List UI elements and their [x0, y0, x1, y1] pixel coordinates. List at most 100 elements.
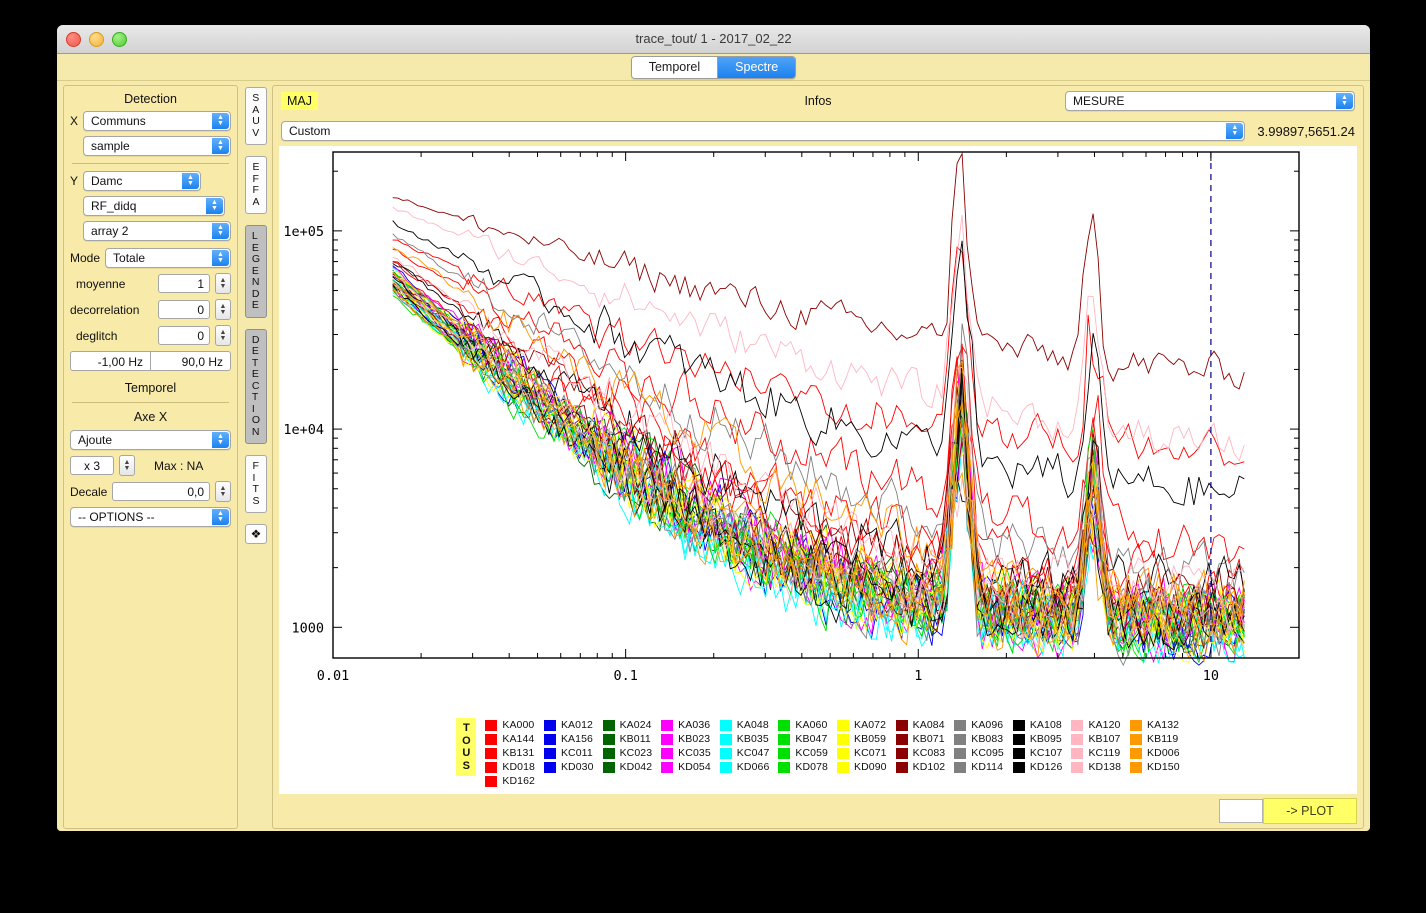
legend-item[interactable]: KC083 — [896, 746, 946, 760]
legend-color-swatch — [720, 762, 732, 773]
legend-item[interactable]: KA024 — [603, 718, 653, 732]
legend-item-label: KA132 — [1147, 719, 1179, 731]
legend-color-swatch — [720, 748, 732, 759]
legend-item[interactable]: KB011 — [603, 732, 653, 746]
axe-x-value: Ajoute — [78, 433, 112, 447]
legend-item[interactable]: KC035 — [661, 746, 711, 760]
axe-x-select[interactable]: Ajoute ▲▼ — [70, 430, 231, 450]
legend-item[interactable]: KD102 — [896, 760, 946, 774]
vtab-effa[interactable]: EFFA — [245, 156, 267, 214]
multiplier-input[interactable]: x 3 — [70, 456, 114, 475]
y-array-select[interactable]: array 2 ▲▼ — [83, 221, 231, 241]
legend-item[interactable]: KB035 — [720, 732, 770, 746]
decorrelation-stepper[interactable]: ▲▼ — [215, 299, 231, 320]
legend-item[interactable]: KC011 — [544, 746, 594, 760]
x-sample-select[interactable]: sample ▲▼ — [83, 136, 231, 156]
mode-select[interactable]: Totale ▲▼ — [105, 248, 231, 268]
legend-item[interactable]: KA120 — [1071, 718, 1121, 732]
legend-item[interactable]: KD030 — [544, 760, 594, 774]
legend-item[interactable]: KA144 — [485, 732, 535, 746]
decale-input[interactable]: 0,0 — [112, 482, 210, 501]
tous-toggle-button[interactable]: TOUS — [456, 718, 476, 776]
legend-item[interactable]: KD078 — [778, 760, 828, 774]
y-source-select[interactable]: Damc ▲▼ — [83, 171, 201, 191]
legend-item-label: KD150 — [1147, 761, 1180, 773]
vtab-sauv[interactable]: SAUV — [245, 87, 267, 145]
legend-item[interactable]: KD054 — [661, 760, 711, 774]
legend-item[interactable]: KC107 — [1013, 746, 1063, 760]
vtab-legende[interactable]: LEGENDE — [245, 225, 267, 318]
minimize-button[interactable] — [89, 32, 104, 47]
chevron-updown-icon: ▲▼ — [212, 509, 229, 525]
moyenne-input[interactable]: 1 — [158, 274, 210, 293]
legend-item[interactable]: KA072 — [837, 718, 887, 732]
legend-item[interactable]: KA084 — [896, 718, 946, 732]
multiplier-stepper[interactable]: ▲▼ — [119, 455, 135, 476]
vtab-fits[interactable]: FITS — [245, 455, 267, 513]
options-select[interactable]: -- OPTIONS -- ▲▼ — [70, 507, 231, 527]
tab-spectre[interactable]: Spectre — [717, 57, 795, 78]
frequency-min-input[interactable]: -1,00 Hz — [70, 351, 150, 371]
chevron-updown-icon: ▲▼ — [212, 113, 229, 129]
legend-item-label: KB095 — [1030, 733, 1062, 745]
tab-temporel[interactable]: Temporel — [632, 57, 717, 78]
legend-item[interactable]: KA000 — [485, 718, 535, 732]
trace-KC035 — [393, 281, 1245, 650]
legend-item[interactable]: KB059 — [837, 732, 887, 746]
decorrelation-label: decorrelation — [70, 303, 139, 317]
plot-button[interactable]: -> PLOT — [1263, 798, 1357, 824]
x-source-select[interactable]: Communs ▲▼ — [83, 111, 231, 131]
legend-item[interactable]: KC023 — [603, 746, 653, 760]
legend-item[interactable]: KC071 — [837, 746, 887, 760]
decorrelation-input[interactable]: 0 — [158, 300, 210, 319]
y-channel-select[interactable]: RF_didq ▲▼ — [83, 196, 225, 216]
plot-value-field[interactable] — [1219, 799, 1263, 823]
legend-item[interactable]: KD090 — [837, 760, 887, 774]
legend-item[interactable]: KC095 — [954, 746, 1004, 760]
maximize-button[interactable] — [112, 32, 127, 47]
legend-item[interactable]: KA132 — [1130, 718, 1180, 732]
legend-item[interactable]: KC059 — [778, 746, 828, 760]
legend-item[interactable]: KA036 — [661, 718, 711, 732]
spectrum-plot[interactable]: 0.010.111010001e+041e+05 — [279, 146, 1357, 715]
decale-stepper[interactable]: ▲▼ — [215, 481, 231, 502]
mesure-select[interactable]: MESURE ▲▼ — [1065, 91, 1355, 111]
legend-item[interactable]: KB023 — [661, 732, 711, 746]
legend-item[interactable]: KD006 — [1130, 746, 1180, 760]
legend-item[interactable]: KA060 — [778, 718, 828, 732]
legend-item[interactable]: KC047 — [720, 746, 770, 760]
legend-item[interactable]: KA096 — [954, 718, 1004, 732]
legend-item[interactable]: KA048 — [720, 718, 770, 732]
legend-item[interactable]: KB083 — [954, 732, 1004, 746]
legend-item[interactable]: KD150 — [1130, 760, 1180, 774]
legend-item[interactable]: KB107 — [1071, 732, 1121, 746]
vtab-detection[interactable]: DETECTION — [245, 329, 267, 445]
y-source-row: Y Damc ▲▼ — [70, 171, 231, 191]
legend-color-swatch — [1130, 734, 1142, 745]
legend-item[interactable]: KD042 — [603, 760, 653, 774]
legend-item[interactable]: KA012 — [544, 718, 594, 732]
legend-item[interactable]: KD126 — [1013, 760, 1063, 774]
legend-item[interactable]: KD162 — [485, 774, 535, 788]
legend-item[interactable]: KC119 — [1071, 746, 1121, 760]
diamond-target-icon[interactable]: ❖ — [245, 524, 267, 544]
legend-item[interactable]: KB095 — [1013, 732, 1063, 746]
legend-item[interactable]: KD114 — [954, 760, 1004, 774]
legend-item[interactable]: KB047 — [778, 732, 828, 746]
legend-item[interactable]: KB119 — [1130, 732, 1180, 746]
legend-item[interactable]: KD138 — [1071, 760, 1121, 774]
deglitch-stepper[interactable]: ▲▼ — [215, 325, 231, 346]
deglitch-input[interactable]: 0 — [158, 326, 210, 345]
legend-item[interactable]: KB131 — [485, 746, 535, 760]
legend-item[interactable]: KD018 — [485, 760, 535, 774]
custom-range-select[interactable]: Custom ▲▼ — [281, 121, 1245, 141]
maj-button[interactable]: MAJ — [281, 92, 318, 110]
legend-item[interactable]: KB071 — [896, 732, 946, 746]
legend-item[interactable]: KA156 — [544, 732, 594, 746]
frequency-max-input[interactable]: 90,0 Hz — [150, 351, 231, 371]
legend-item[interactable]: KA108 — [1013, 718, 1063, 732]
legend-item[interactable]: KD066 — [720, 760, 770, 774]
moyenne-stepper[interactable]: ▲▼ — [215, 273, 231, 294]
options-row: -- OPTIONS -- ▲▼ — [70, 507, 231, 527]
close-button[interactable] — [66, 32, 81, 47]
